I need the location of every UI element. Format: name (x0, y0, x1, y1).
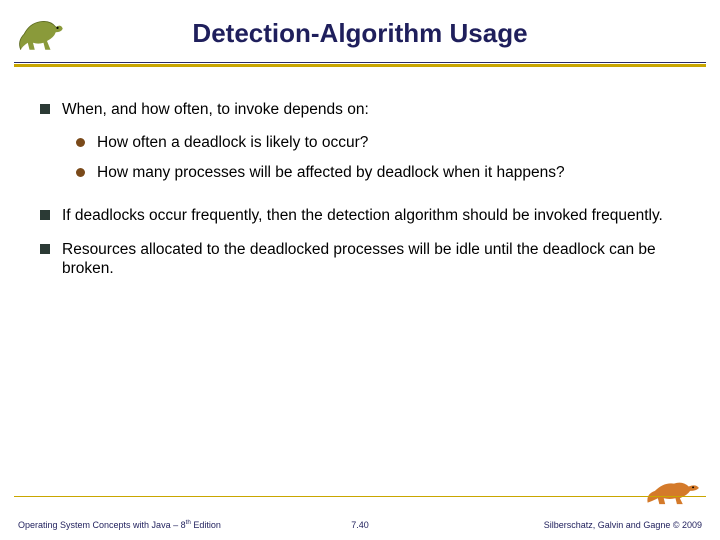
slide-footer: Operating System Concepts with Java – 8t… (0, 490, 720, 540)
dinosaur-icon (12, 6, 68, 62)
slide-title: Detection-Algorithm Usage (0, 18, 720, 49)
bullet-level1: If deadlocks occur frequently, then the … (40, 206, 680, 225)
title-rule (0, 62, 720, 68)
bullet-level2: How often a deadlock is likely to occur? (76, 133, 680, 152)
slide-content: When, and how often, to invoke depends o… (0, 78, 720, 278)
bullet-text: How often a deadlock is likely to occur? (97, 133, 680, 152)
bullet-text: How many processes will be affected by d… (97, 163, 680, 182)
bullet-text: If deadlocks occur frequently, then the … (62, 206, 680, 225)
bullet-text: Resources allocated to the deadlocked pr… (62, 240, 680, 279)
circle-bullet-icon (76, 138, 85, 147)
bullet-text: When, and how often, to invoke depends o… (62, 100, 680, 119)
footer-rule (14, 496, 706, 497)
slide-header: Detection-Algorithm Usage (0, 0, 720, 78)
bullet-level2: How many processes will be affected by d… (76, 163, 680, 182)
bullet-level1: Resources allocated to the deadlocked pr… (40, 240, 680, 279)
circle-bullet-icon (76, 168, 85, 177)
footer-copyright: Silberschatz, Galvin and Gagne © 2009 (544, 520, 702, 530)
square-bullet-icon (40, 244, 50, 254)
square-bullet-icon (40, 104, 50, 114)
square-bullet-icon (40, 210, 50, 220)
bullet-level1: When, and how often, to invoke depends o… (40, 100, 680, 119)
